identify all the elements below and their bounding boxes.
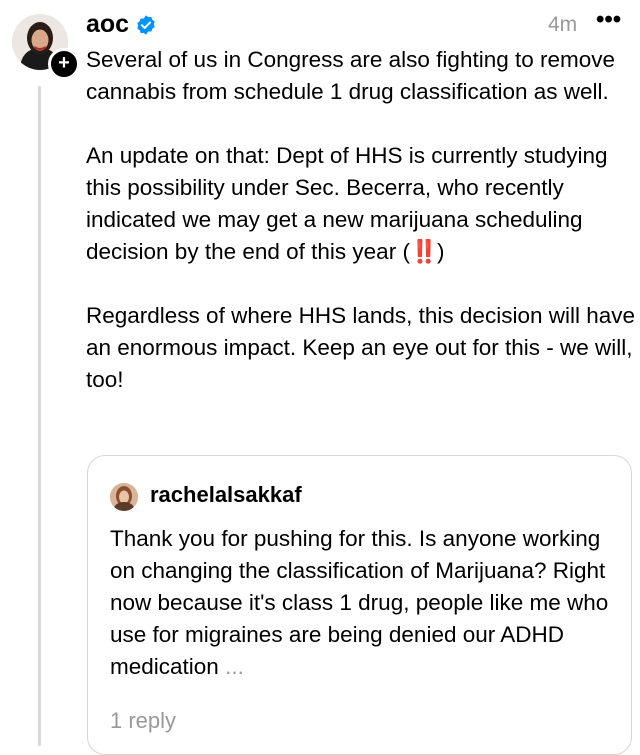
more-options-icon[interactable]: ••• (596, 8, 621, 32)
quoted-avatar-image (110, 483, 138, 511)
reply-count[interactable]: 1 reply (110, 708, 176, 734)
post-paragraph-2: An update on that: Dept of HHS is curren… (86, 140, 636, 268)
username[interactable]: aoc (86, 10, 129, 39)
thread-line (38, 86, 41, 746)
post-header: aoc (86, 10, 157, 39)
truncation-ellipsis[interactable]: ... (225, 654, 244, 679)
double-exclamation-emoji-icon: ‼️ (409, 239, 438, 264)
post-body: Several of us in Congress are also fight… (86, 44, 636, 428)
follow-plus-icon[interactable]: + (48, 48, 80, 80)
post-timestamp: 4m (548, 13, 578, 36)
quoted-post-card[interactable]: rachelalsakkaf Thank you for pushing for… (87, 455, 632, 755)
paren-close: ) (436, 239, 445, 264)
quoted-username[interactable]: rachelalsakkaf (150, 482, 302, 508)
post-paragraph-2-text: An update on that: Dept of HHS is curren… (86, 143, 608, 264)
quoted-post-text: Thank you for pushing for this. Is anyon… (110, 523, 620, 683)
verified-badge-icon (137, 14, 155, 35)
quoted-avatar[interactable] (110, 483, 138, 511)
quoted-text: Thank you for pushing for this. Is anyon… (110, 526, 609, 679)
post-paragraph-1: Several of us in Congress are also fight… (86, 47, 616, 104)
post-paragraph-3: Regardless of where HHS lands, this deci… (86, 303, 636, 392)
